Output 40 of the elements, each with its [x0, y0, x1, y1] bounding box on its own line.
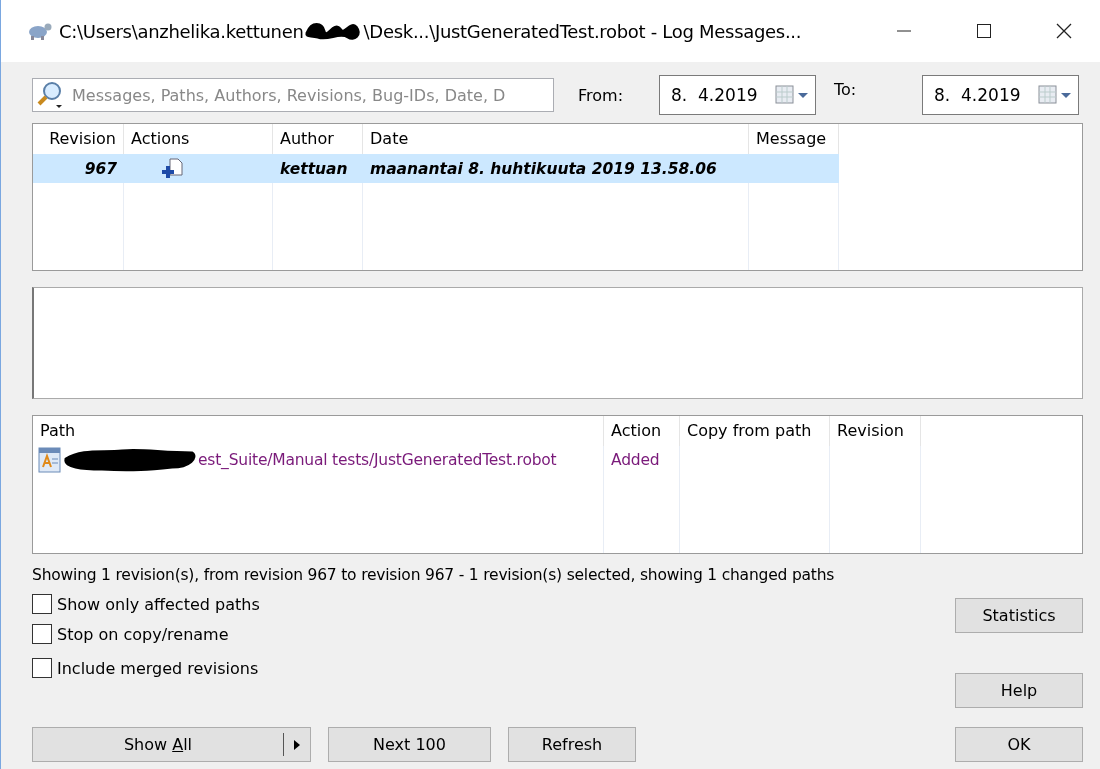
checkbox[interactable] — [32, 658, 52, 678]
caret-icon — [293, 738, 301, 751]
to-date-field[interactable]: 8. 4.2019 — [922, 75, 1079, 115]
close-icon[interactable] — [1056, 23, 1072, 39]
table-cell-text: kettuan — [279, 159, 349, 178]
changed-paths-list[interactable]: Path Action Copy from path Revision est_Suite/Manual tests/JustGeneratedTest.robot Added — [32, 415, 1083, 554]
maximize-icon[interactable] — [976, 23, 992, 39]
help-button[interactable]: Help — [955, 673, 1083, 708]
table-cell-text: maanantai 8. huhtikuuta 2019 13.58.06 — [369, 159, 718, 178]
statistics-button[interactable]: Statistics — [955, 598, 1083, 633]
checkbox-label[interactable]: Include merged revisions — [57, 658, 259, 678]
show-all-button[interactable]: Show All — [32, 727, 311, 762]
column-header[interactable]: Revision — [830, 416, 921, 446]
checkbox[interactable] — [32, 624, 52, 644]
window-title: C:\Users\anzhelika.kettunen — [59, 20, 304, 42]
calendar-dropdown-icon — [1038, 85, 1074, 105]
checkbox[interactable] — [32, 594, 52, 614]
table-cell: est_Suite/Manual tests/JustGeneratedTest.robot — [198, 451, 557, 469]
calendar-dropdown-icon — [775, 85, 811, 105]
file-add-icon — [160, 157, 184, 180]
table-cell-text: Added — [610, 451, 661, 469]
turtle-icon — [27, 21, 53, 41]
search-field[interactable]: Messages, Paths, Authors, Revisions, Bug-IDs, Date, D — [32, 78, 554, 112]
column-header[interactable]: Action — [604, 416, 680, 446]
file-icon — [38, 447, 62, 473]
from-date-field[interactable]: 8. 4.2019 — [659, 75, 816, 115]
column-header[interactable]: Path — [33, 416, 604, 446]
revision-list[interactable]: Revision Actions Author Date Message 967 kettuan maanantai 8. huhtikuuta 2019 13.58.06 — [32, 123, 1083, 271]
checkbox-label[interactable]: Stop on copy/rename — [57, 624, 229, 644]
from-label: From: — [578, 85, 625, 105]
revision-row[interactable]: 967 kettuan maanantai 8. huhtikuuta 2019 13.58.06 — [33, 154, 839, 183]
table-cell-text: 967 — [83, 159, 118, 178]
next-100-button[interactable]: Next 100 — [328, 727, 491, 762]
status-text: Showing 1 revision(s), from revision 967 to revision 967 - 1 revision(s) selected, showing 1 changed paths — [32, 566, 836, 584]
to-label: To: — [834, 80, 858, 99]
refresh-button[interactable]: Refresh — [508, 727, 636, 762]
window-title: \Desk...\JustGeneratedTest.robot - Log Messages... — [363, 20, 802, 42]
ok-button[interactable]: OK — [955, 727, 1083, 762]
column-header[interactable]: Copy from path — [680, 416, 830, 446]
checkbox-label[interactable]: Show only affected paths — [57, 594, 260, 614]
